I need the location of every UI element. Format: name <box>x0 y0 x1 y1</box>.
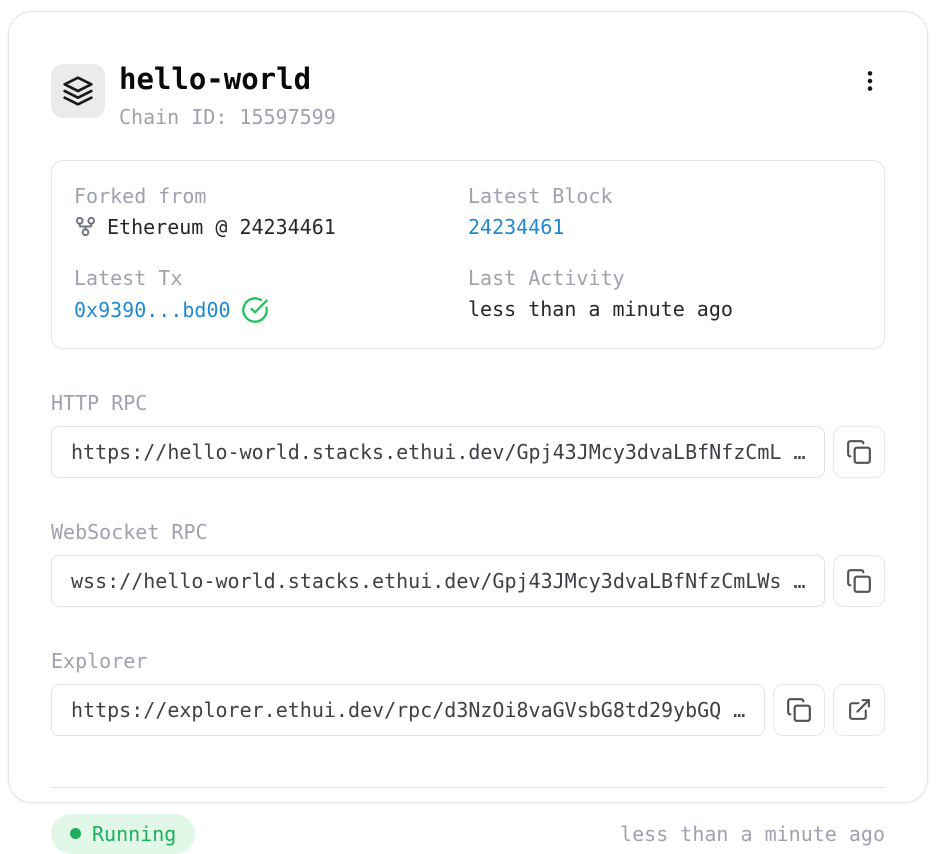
last-activity-label: Last Activity <box>468 265 862 291</box>
kebab-menu-icon <box>857 68 883 94</box>
status-dot-icon <box>70 828 81 839</box>
chain-id-subtitle: Chain ID: 15597599 <box>119 105 855 129</box>
info-latest-tx: Latest Tx 0x9390...bd00 <box>74 265 468 324</box>
stack-avatar <box>51 64 105 118</box>
info-latest-block: Latest Block 24234461 <box>468 183 862 240</box>
explorer-open-button[interactable] <box>833 684 885 736</box>
info-forked-from: Forked from Ethereum @ 24234461 <box>74 183 468 240</box>
external-link-icon <box>847 697 872 722</box>
more-options-button[interactable] <box>855 66 885 96</box>
latest-block-link[interactable]: 24234461 <box>468 214 564 240</box>
latest-tx-link[interactable]: 0x9390...bd00 <box>74 297 231 323</box>
layers-icon <box>62 75 94 107</box>
card-footer: Running less than a minute ago <box>51 814 885 854</box>
explorer-label: Explorer <box>51 649 885 673</box>
stack-card: hello-world Chain ID: 15597599 Forked fr… <box>8 11 928 803</box>
http-rpc-label: HTTP RPC <box>51 391 885 415</box>
stack-info-panel: Forked from Ethereum @ 24234461 Latest B… <box>51 160 885 349</box>
stack-title: hello-world <box>119 64 855 96</box>
http-rpc-row: https://hello-world.stacks.ethui.dev/Gpj… <box>51 426 885 478</box>
copy-icon <box>786 697 812 723</box>
status-badge: Running <box>51 814 195 854</box>
latest-block-label: Latest Block <box>468 183 862 209</box>
info-last-activity: Last Activity less than a minute ago <box>468 265 862 324</box>
footer-divider <box>51 787 885 788</box>
copy-icon <box>846 568 872 594</box>
explorer-row: https://explorer.ethui.dev/rpc/d3NzOi8va… <box>51 684 885 736</box>
ws-rpc-copy-button[interactable] <box>833 555 885 607</box>
header-text: hello-world Chain ID: 15597599 <box>119 64 855 129</box>
card-header: hello-world Chain ID: 15597599 <box>51 64 885 129</box>
git-fork-icon <box>74 215 97 238</box>
circle-check-icon <box>241 296 269 324</box>
http-rpc-url-field[interactable]: https://hello-world.stacks.ethui.dev/Gpj… <box>51 426 825 478</box>
status-text: Running <box>92 822 176 846</box>
footer-timestamp: less than a minute ago <box>620 822 885 846</box>
last-activity-value: less than a minute ago <box>468 296 733 322</box>
explorer-url-field[interactable]: https://explorer.ethui.dev/rpc/d3NzOi8va… <box>51 684 765 736</box>
http-rpc-copy-button[interactable] <box>833 426 885 478</box>
ws-rpc-label: WebSocket RPC <box>51 520 885 544</box>
ws-rpc-row: wss://hello-world.stacks.ethui.dev/Gpj43… <box>51 555 885 607</box>
explorer-copy-button[interactable] <box>773 684 825 736</box>
ws-rpc-url-field[interactable]: wss://hello-world.stacks.ethui.dev/Gpj43… <box>51 555 825 607</box>
copy-icon <box>846 439 872 465</box>
forked-from-label: Forked from <box>74 183 468 209</box>
forked-from-value: Ethereum @ 24234461 <box>107 214 336 240</box>
latest-tx-label: Latest Tx <box>74 265 468 291</box>
